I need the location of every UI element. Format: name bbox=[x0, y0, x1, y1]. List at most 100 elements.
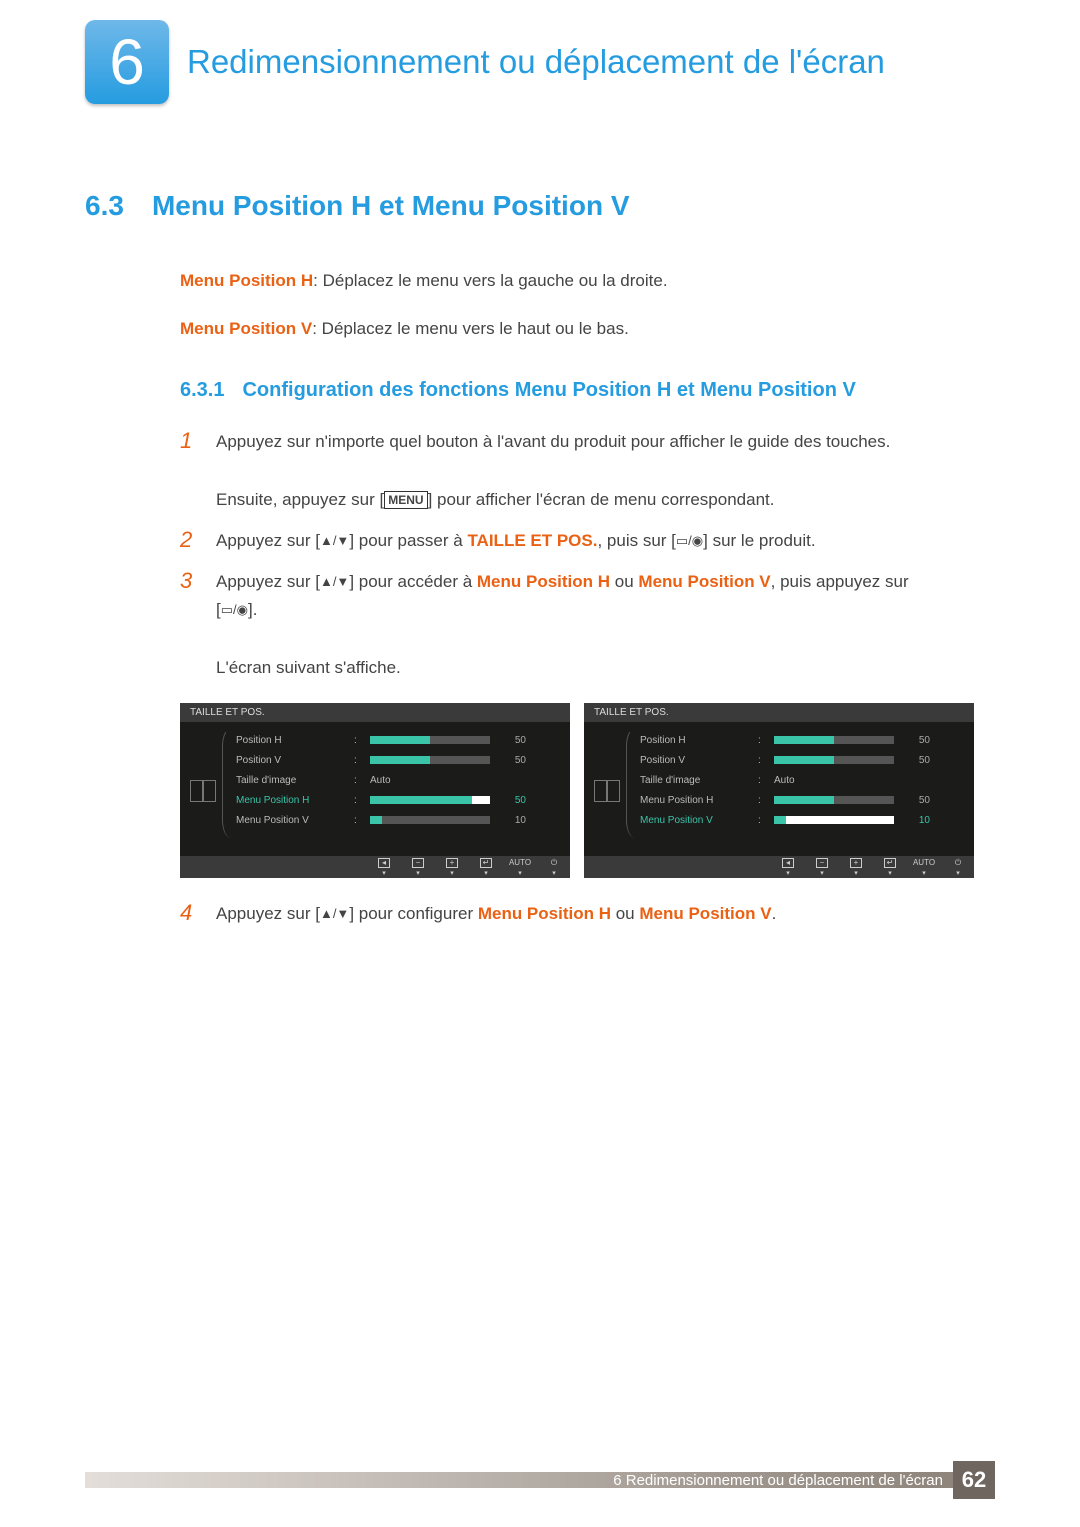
slider-bar bbox=[774, 756, 894, 764]
footer-page-number: 62 bbox=[953, 1461, 995, 1499]
step-2: 2 Appuyez sur [▲/▼] pour passer à TAILLE… bbox=[180, 527, 995, 556]
subsection-heading: 6.3.1 Configuration des fonctions Menu P… bbox=[180, 379, 995, 402]
osd-row-menu-position-v: Menu Position V: 10 bbox=[640, 810, 960, 830]
rect-enter-icon: ▭/◉ bbox=[221, 602, 248, 617]
steps-list-cont: 4 Appuyez sur [▲/▼] pour configurer Menu… bbox=[180, 900, 995, 929]
osd-row-position-v: Position V: 50 bbox=[236, 750, 556, 770]
step-4-post: . bbox=[772, 904, 777, 923]
step-3-pre: Appuyez sur [ bbox=[216, 572, 320, 591]
subsection-title: Configuration des fonctions Menu Positio… bbox=[242, 379, 855, 402]
osd-row-menu-position-h: Menu Position H: 50 bbox=[236, 790, 556, 810]
osd-row-menu-position-v: Menu Position V: 10 bbox=[236, 810, 556, 830]
slider-bar bbox=[774, 816, 894, 824]
section-heading: 6.3 Menu Position H et Menu Position V bbox=[85, 190, 995, 222]
step-3-mid: ] pour accéder à bbox=[349, 572, 477, 591]
step-3: 3 Appuyez sur [▲/▼] pour accéder à Menu … bbox=[180, 568, 995, 684]
step-3-post3: ]. bbox=[248, 600, 257, 619]
step-3-post1: , puis appuyez sur bbox=[771, 572, 909, 591]
slider-bar bbox=[370, 796, 490, 804]
page-header: 6 Redimensionnement ou déplacement de l'… bbox=[85, 20, 995, 104]
step-4-mid: ] pour configurer bbox=[349, 904, 478, 923]
osd-row-value: 50 bbox=[500, 735, 526, 746]
step-4-a: Menu Position H bbox=[478, 904, 611, 923]
osd-arc-decor bbox=[626, 728, 644, 838]
step-2-post1: , puis sur [ bbox=[597, 531, 675, 550]
osd-footer-plus-icon: +▾ bbox=[850, 858, 862, 877]
step-3-or: ou bbox=[610, 572, 638, 591]
desc-mpv: Menu Position V: Déplacez le menu vers l… bbox=[180, 316, 995, 342]
step-number: 3 bbox=[180, 568, 198, 684]
osd-row-value: 50 bbox=[500, 755, 526, 766]
osd-footer-power-icon: ⏻▾ bbox=[548, 858, 560, 877]
osd-row-name: Position V bbox=[236, 755, 344, 766]
desc-mpv-text: : Déplacez le menu vers le haut ou le ba… bbox=[312, 319, 629, 338]
osd-row-taille-image: Taille d'image: Auto bbox=[236, 770, 556, 790]
step-2-target: TAILLE ET POS. bbox=[467, 531, 597, 550]
up-down-arrow-icon: ▲/▼ bbox=[320, 906, 349, 921]
osd-footer-auto: AUTO▾ bbox=[918, 858, 930, 877]
step-4-b: Menu Position V bbox=[639, 904, 771, 923]
osd-row-name: Position H bbox=[236, 735, 344, 746]
desc-mpv-label: Menu Position V bbox=[180, 319, 312, 338]
steps-list: 1 Appuyez sur n'importe quel bouton à l'… bbox=[180, 428, 995, 683]
osd-row-value: 10 bbox=[904, 815, 930, 826]
menu-button-icon: MENU bbox=[384, 491, 427, 509]
up-down-arrow-icon: ▲/▼ bbox=[320, 533, 349, 548]
osd-title: TAILLE ET POS. bbox=[584, 703, 974, 722]
step-4: 4 Appuyez sur [▲/▼] pour configurer Menu… bbox=[180, 900, 995, 929]
osd-row-value: Auto bbox=[774, 775, 795, 786]
osd-footer: ◂▾ −▾ +▾ ↵▾ AUTO▾ ⏻▾ bbox=[584, 856, 974, 878]
section-title: Menu Position H et Menu Position V bbox=[152, 190, 630, 222]
osd-row-name: Position V bbox=[640, 755, 748, 766]
osd-row-name: Taille d'image bbox=[640, 775, 748, 786]
osd-row-position-h: Position H: 50 bbox=[236, 730, 556, 750]
step-1-text-b-post: ] pour afficher l'écran de menu correspo… bbox=[428, 490, 775, 509]
chapter-title: Redimensionnement ou déplacement de l'éc… bbox=[187, 41, 885, 82]
desc-mph: Menu Position H: Déplacez le menu vers l… bbox=[180, 268, 995, 294]
section-number: 6.3 bbox=[85, 190, 124, 222]
osd-row-value: 50 bbox=[904, 735, 930, 746]
step-4-or: ou bbox=[611, 904, 639, 923]
osd-footer-auto: AUTO▾ bbox=[514, 858, 526, 877]
step-2-mid: ] pour passer à bbox=[349, 531, 467, 550]
up-down-arrow-icon: ▲/▼ bbox=[320, 574, 349, 589]
osd-footer: ◂▾ −▾ +▾ ↵▾ AUTO▾ ⏻▾ bbox=[180, 856, 570, 878]
step-1-text-a: Appuyez sur n'importe quel bouton à l'av… bbox=[216, 432, 890, 451]
osd-row-value: 50 bbox=[904, 795, 930, 806]
osd-row-name: Menu Position V bbox=[236, 815, 344, 826]
osd-screenshots: TAILLE ET POS. Position H: 50 Position V… bbox=[180, 703, 995, 878]
osd-row-position-h: Position H: 50 bbox=[640, 730, 960, 750]
osd-category-icon bbox=[594, 780, 620, 802]
subsection-number: 6.3.1 bbox=[180, 379, 224, 402]
desc-mph-label: Menu Position H bbox=[180, 271, 313, 290]
step-2-pre: Appuyez sur [ bbox=[216, 531, 320, 550]
step-1: 1 Appuyez sur n'importe quel bouton à l'… bbox=[180, 428, 995, 515]
osd-footer-enter-icon: ↵▾ bbox=[480, 858, 492, 877]
step-3-a: Menu Position H bbox=[477, 572, 610, 591]
desc-mph-text: : Déplacez le menu vers la gauche ou la … bbox=[313, 271, 667, 290]
osd-row-name: Position H bbox=[640, 735, 748, 746]
osd-footer-power-icon: ⏻▾ bbox=[952, 858, 964, 877]
osd-footer-plus-icon: +▾ bbox=[446, 858, 458, 877]
step-number: 2 bbox=[180, 527, 198, 556]
osd-footer-back-icon: ◂▾ bbox=[782, 858, 794, 877]
slider-bar bbox=[370, 736, 490, 744]
step-number: 1 bbox=[180, 428, 198, 515]
osd-footer-minus-icon: −▾ bbox=[816, 858, 828, 877]
osd-row-value: 50 bbox=[500, 795, 526, 806]
step-number: 4 bbox=[180, 900, 198, 929]
footer-text: 6 Redimensionnement ou déplacement de l'… bbox=[613, 1472, 943, 1489]
osd-row-taille-image: Taille d'image: Auto bbox=[640, 770, 960, 790]
osd-row-name: Taille d'image bbox=[236, 775, 344, 786]
osd-row-name: Menu Position H bbox=[236, 795, 344, 806]
osd-footer-back-icon: ◂▾ bbox=[378, 858, 390, 877]
osd-row-menu-position-h: Menu Position H: 50 bbox=[640, 790, 960, 810]
osd-footer-minus-icon: −▾ bbox=[412, 858, 424, 877]
osd-panel-mph: TAILLE ET POS. Position H: 50 Position V… bbox=[180, 703, 570, 878]
osd-row-position-v: Position V: 50 bbox=[640, 750, 960, 770]
osd-arc-decor bbox=[222, 728, 240, 838]
slider-bar bbox=[370, 756, 490, 764]
osd-title: TAILLE ET POS. bbox=[180, 703, 570, 722]
page-footer: 6 Redimensionnement ou déplacement de l'… bbox=[85, 1461, 995, 1499]
osd-row-value: Auto bbox=[370, 775, 391, 786]
